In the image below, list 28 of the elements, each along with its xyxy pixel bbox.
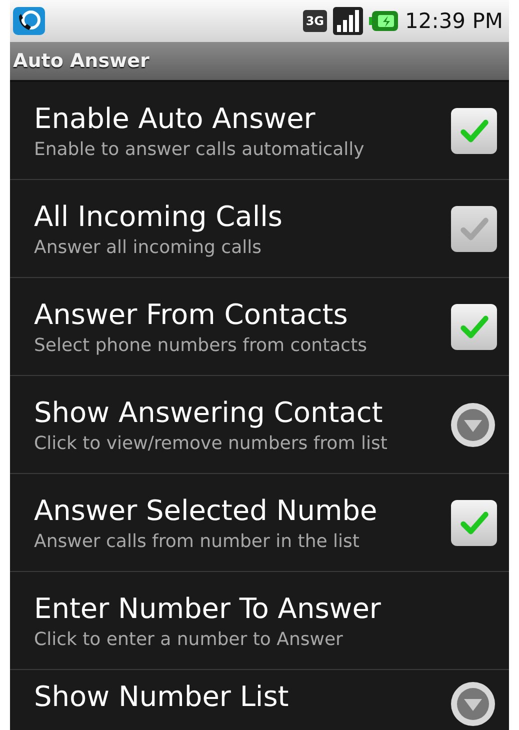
preference-item[interactable]: Answer Selected Numbe Answer calls from number in the list <box>10 474 509 572</box>
preference-title: Enable Auto Answer <box>34 102 316 134</box>
battery-icon <box>369 10 400 32</box>
checkbox[interactable] <box>451 108 497 154</box>
preference-title: Show Answering Contact <box>34 396 384 428</box>
network-icon: 3G <box>302 10 328 32</box>
preference-summary: Answer all incoming calls <box>34 236 262 258</box>
preference-title: Answer Selected Numbe <box>34 494 378 526</box>
signal-icon <box>333 7 364 35</box>
preference-summary: Answer calls from number in the list <box>34 530 360 552</box>
preference-title: Enter Number To Answer <box>34 592 381 624</box>
preference-summary: Enable to answer calls automatically <box>34 138 364 160</box>
checkbox[interactable] <box>451 500 497 546</box>
preference-summary: Select phone numbers from contacts <box>34 334 367 356</box>
preference-title: Show Number List <box>34 680 289 713</box>
preference-summary: Click to view/remove numbers from list <box>34 432 388 454</box>
preference-item[interactable]: Show Answering Contact Click to view/remove numbers from list <box>10 376 509 474</box>
preference-summary: Click to enter a number to Answer <box>34 628 344 650</box>
preference-item[interactable]: Show Number List <box>10 670 509 728</box>
clock-time: 12:39 PM <box>405 9 503 33</box>
preference-item[interactable]: Answer From Contacts Select phone numbers from contacts <box>10 278 509 376</box>
preference-item[interactable]: Enable Auto Answer Enable to answer calls automatically <box>10 82 509 180</box>
app-title: Auto Answer <box>13 50 150 72</box>
checkbox[interactable] <box>451 304 497 350</box>
preference-title: All Incoming Calls <box>34 200 282 232</box>
preference-title: Answer From Contacts <box>34 298 349 330</box>
phone-app-icon[interactable] <box>12 6 46 36</box>
preference-item[interactable]: Enter Number To Answer Click to enter a number to Answer <box>10 572 509 670</box>
